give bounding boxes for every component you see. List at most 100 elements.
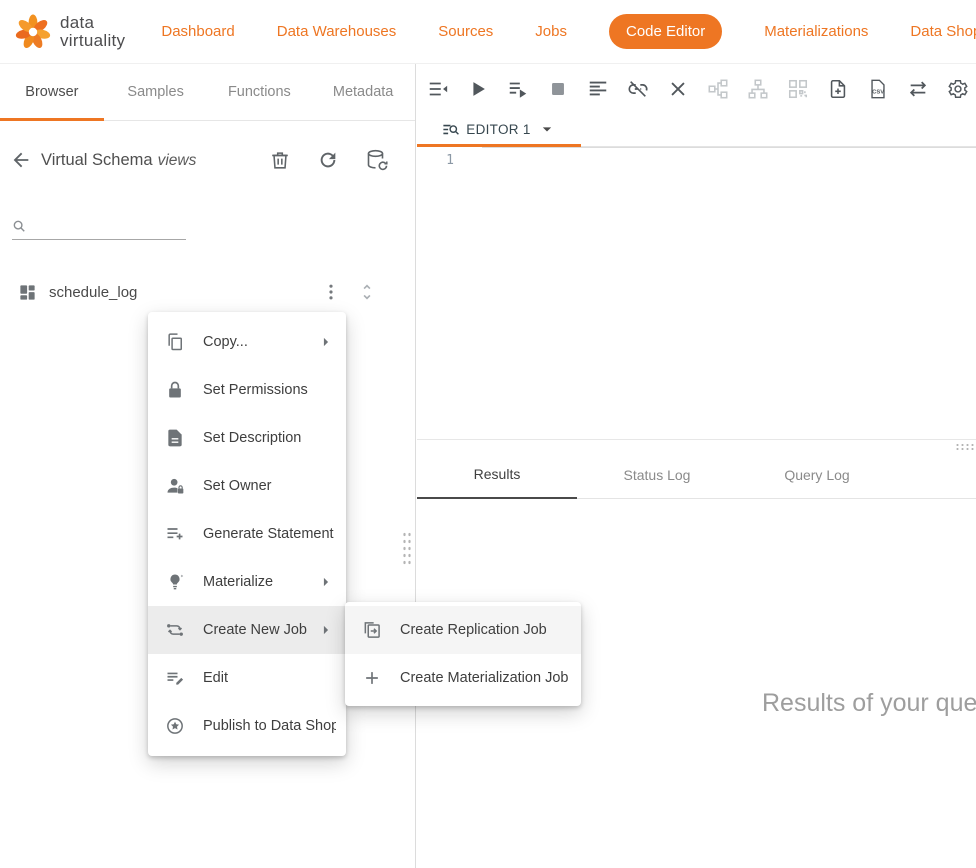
menu-item-label: Generate Statement [203,526,336,542]
editor-tab-strip: EDITOR 1 [417,114,976,147]
nav-item-sources[interactable]: Sources [438,23,493,40]
tab-functions[interactable]: Functions [208,64,312,120]
menu-item-label: Set Permissions [203,382,336,398]
copy-icon [164,332,186,352]
playlist-add-icon [164,524,186,544]
menu-item-create-new-job[interactable]: Create New Job [148,606,346,654]
unlink-icon [627,78,649,100]
refresh-icon [317,149,339,171]
export-csv-icon: CSV [867,78,889,100]
back-button[interactable] [10,149,32,171]
tab-status-log[interactable]: Status Log [577,451,737,498]
menu-item-copy[interactable]: Copy... [148,318,346,366]
tab-query-log[interactable]: Query Log [737,451,897,498]
tab-editor-1[interactable]: EDITOR 1 [417,114,581,147]
submenu-arrow-icon [316,332,336,352]
code-input-area[interactable] [482,147,976,439]
panel-resize-handle[interactable] [402,531,412,565]
schema-type-text: views [158,152,197,169]
stop-icon [547,78,569,100]
edit-note-icon [164,668,186,688]
logo-line1: data [60,13,94,32]
unlink-button[interactable] [626,77,650,101]
export-csv-button[interactable]: CSV [866,77,890,101]
nav-item-jobs[interactable]: Jobs [535,23,567,40]
schema-search [12,218,186,240]
menu-item-materialize[interactable]: Materialize [148,558,346,606]
editor-tab-label: EDITOR 1 [466,122,530,137]
run-all-icon [507,78,529,100]
svg-text:CSV: CSV [872,89,884,95]
settings-button[interactable] [946,77,970,101]
menu-item-create-materialization-job[interactable]: Create Materialization Job [345,654,581,702]
menu-item-set-permissions[interactable]: Set Permissions [148,366,346,414]
format-sql-button[interactable] [586,77,610,101]
delete-schema-button[interactable] [269,149,291,171]
menu-item-set-description[interactable]: Set Description [148,414,346,462]
sidebar-tabs: Browser Samples Functions Metadata [0,64,415,121]
refresh-database-button[interactable] [365,148,389,172]
database-refresh-icon [365,148,389,172]
nav-item-materializations[interactable]: Materializations [764,23,868,40]
menu-item-label: Publish to Data Shop [203,718,336,734]
query-plan-button [786,77,810,101]
search-input[interactable] [31,218,212,234]
tab-samples[interactable]: Samples [104,64,208,120]
editor-results-splitter[interactable] [417,439,976,451]
close-editor-button[interactable] [666,77,690,101]
nav-item-data-shop[interactable]: Data Shop [910,23,976,40]
nav-item-data-warehouses[interactable]: Data Warehouses [277,23,397,40]
expand-collapse-button[interactable] [357,282,377,302]
create-new-job-submenu: Create Replication Job Create Materializ… [345,602,581,706]
save-file-button[interactable] [826,77,850,101]
materialize-bulb-icon [164,572,186,592]
tab-results[interactable]: Results [417,451,577,499]
run-query-button[interactable] [466,77,490,101]
chevron-down-icon[interactable] [537,119,557,139]
menu-item-publish-to-data-shop[interactable]: Publish to Data Shop [148,702,346,750]
description-icon [164,428,186,448]
tree-item-schedule-log[interactable]: schedule_log [0,278,415,306]
data-lineage-button [746,77,770,101]
menu-item-create-replication-job[interactable]: Create Replication Job [345,606,581,654]
menu-item-edit[interactable]: Edit [148,654,346,702]
plus-icon [361,668,383,688]
menu-item-label: Create Materialization Job [400,670,571,686]
results-tab-strip: Results Status Log Query Log [417,451,976,499]
menu-item-label: Set Description [203,430,336,446]
editor-toolbar: CSV [417,64,976,114]
publish-star-icon [164,716,186,736]
replication-copy-icon [361,620,383,640]
back-icon [10,149,32,171]
run-all-button[interactable] [506,77,530,101]
menu-item-set-owner[interactable]: Set Owner [148,462,346,510]
tab-metadata[interactable]: Metadata [311,64,415,120]
sql-editor[interactable]: 1 [417,147,976,439]
settings-icon [947,78,969,100]
stop-button [546,77,570,101]
logo-text: data virtuality [60,14,125,49]
query-plan-icon [787,78,809,100]
swap-connection-button[interactable] [906,77,930,101]
save-file-icon [827,78,849,100]
tab-browser[interactable]: Browser [0,64,104,120]
tree-item-label: schedule_log [49,284,137,301]
nav-item-code-editor[interactable]: Code Editor [609,14,722,49]
owner-icon [164,476,186,496]
swap-connection-icon [907,78,929,100]
refresh-schema-button[interactable] [317,149,339,171]
menu-item-label: Create Replication Job [400,622,571,638]
more-options-button[interactable] [321,282,341,302]
collapse-editor-list-button[interactable] [426,77,450,101]
menu-item-generate-statement[interactable]: Generate Statement [148,510,346,558]
logo-flower-icon [13,12,53,52]
nav-item-dashboard[interactable]: Dashboard [161,23,234,40]
menu-item-label: Edit [203,670,336,686]
schema-actions [269,148,389,172]
dependency-tree-icon [707,78,729,100]
code-editor-panel: CSV EDITOR 1 1 Results Status Log [417,64,976,868]
manage-search-icon [441,120,460,139]
submenu-arrow-icon [316,620,336,640]
app-logo[interactable]: data virtuality [13,12,125,52]
results-placeholder-text: Results of your queries will be shown he… [762,689,976,718]
